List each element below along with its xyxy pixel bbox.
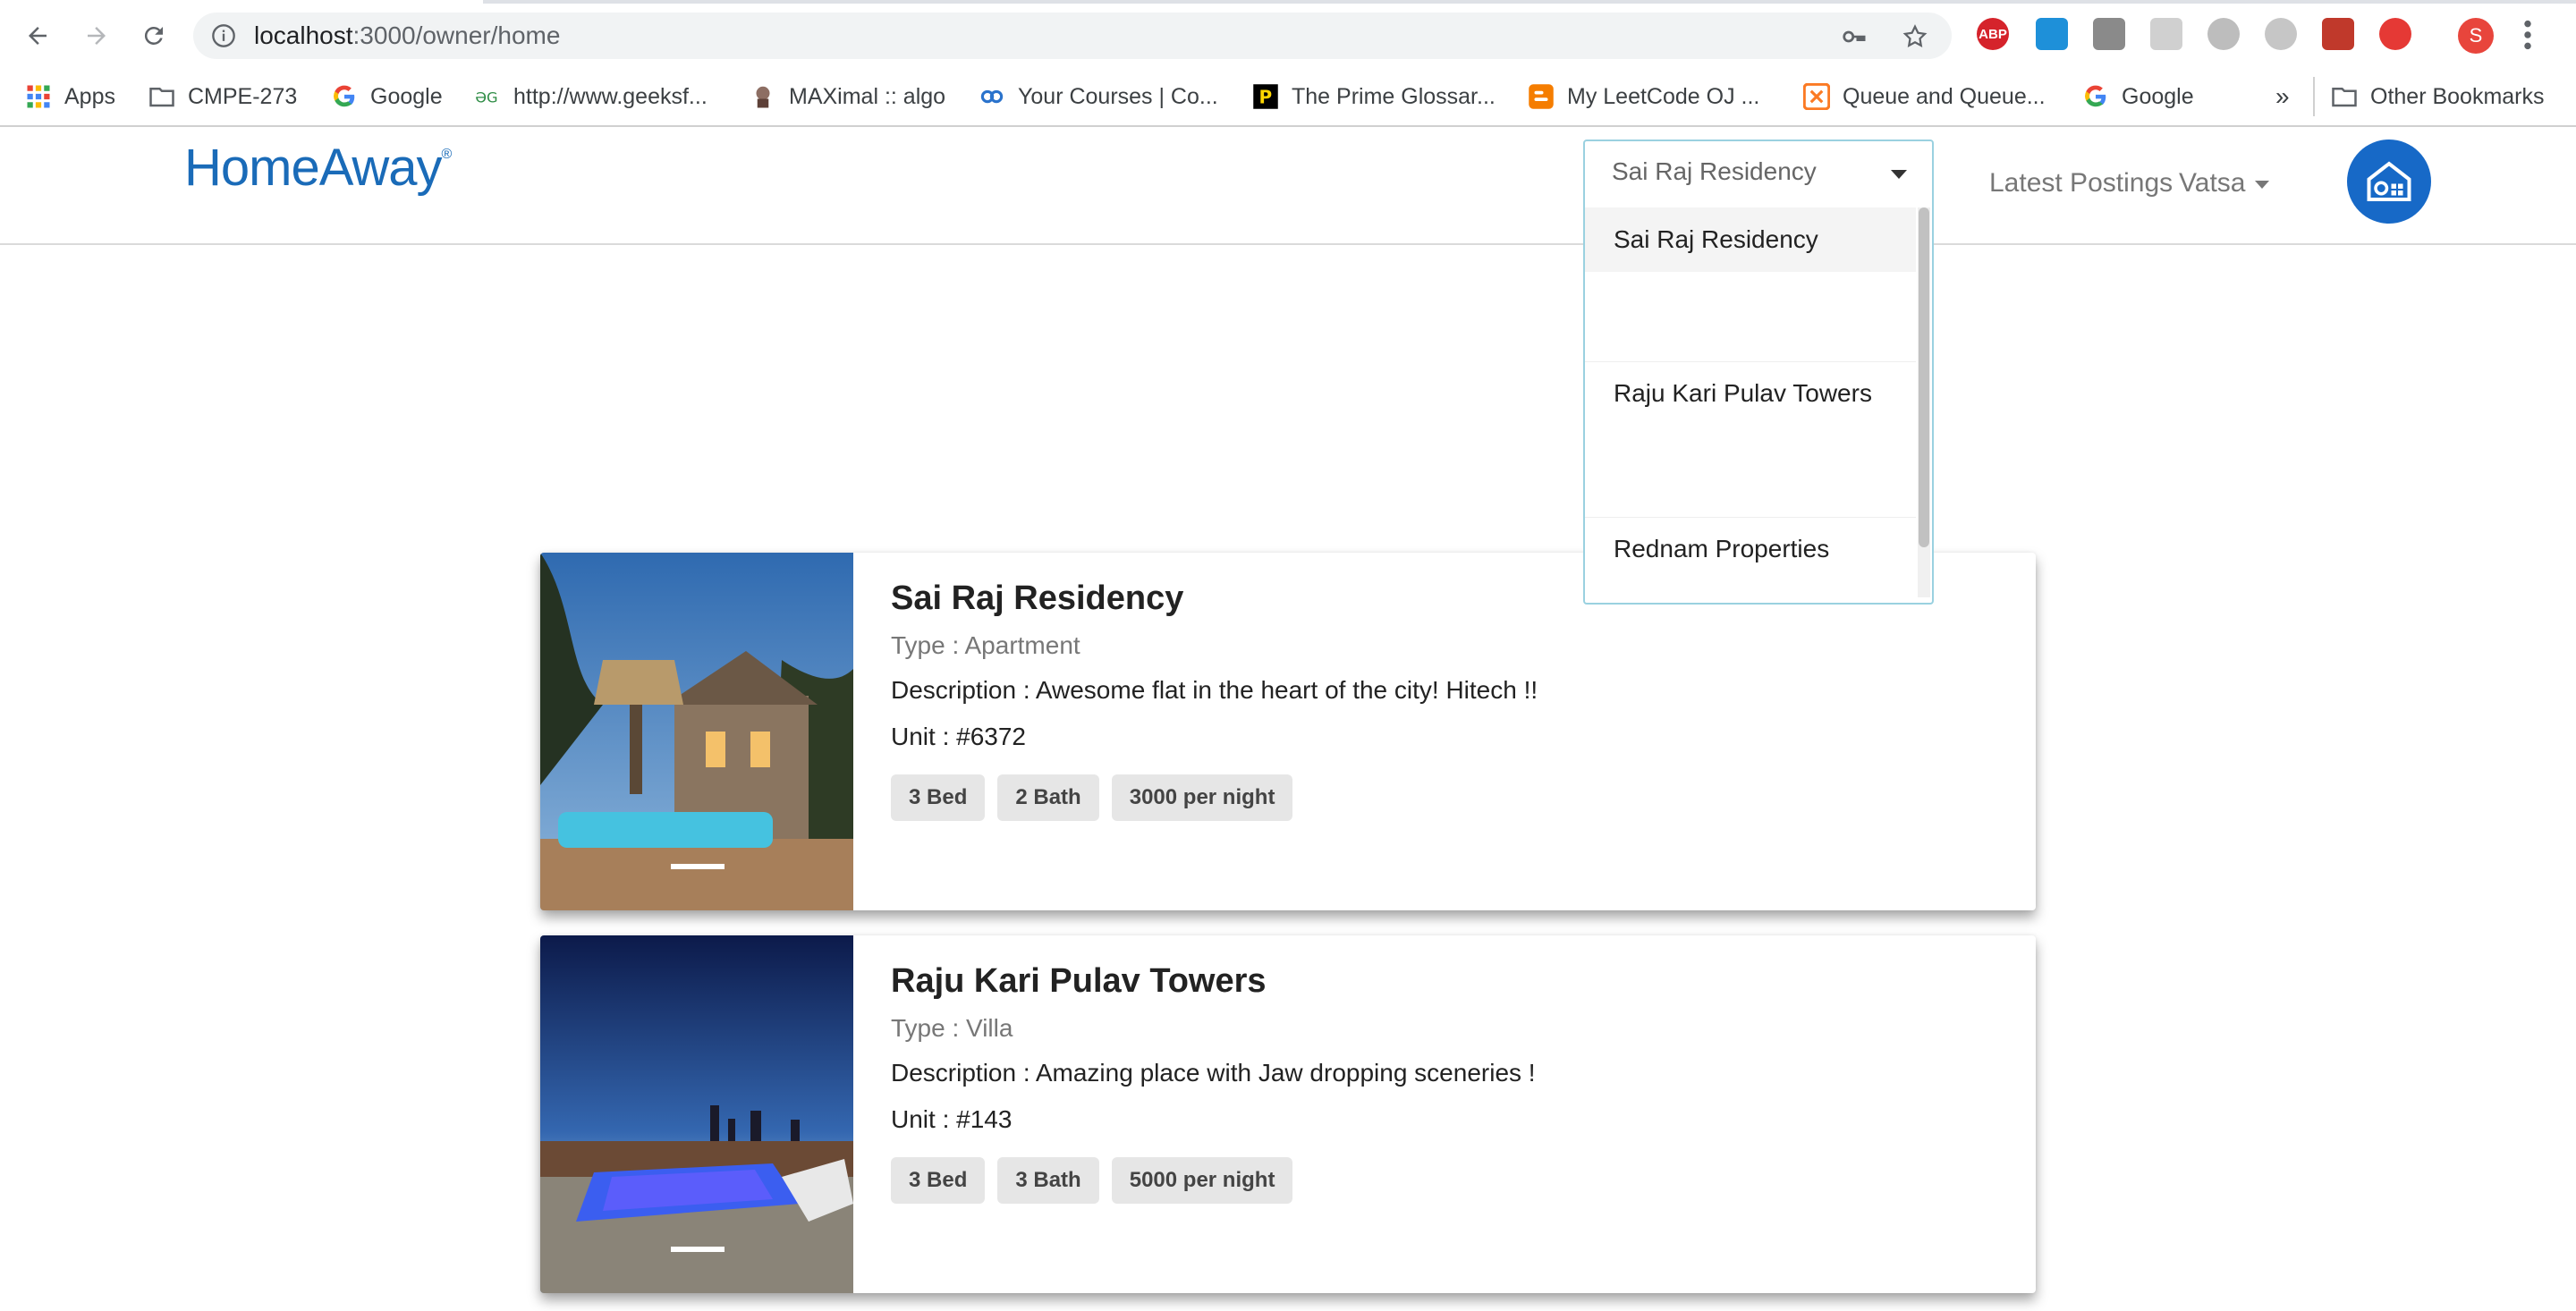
url-text: localhost:3000/owner/home xyxy=(254,22,560,49)
other-bookmarks[interactable]: Other Bookmarks xyxy=(2331,80,2545,113)
extension-circle-icon[interactable] xyxy=(2207,18,2240,50)
home-button[interactable] xyxy=(2347,140,2431,224)
caret-down-icon xyxy=(2254,180,2269,189)
extension-hand-icon[interactable] xyxy=(2379,18,2411,50)
listing-type: Type : Villa xyxy=(891,1014,1013,1042)
svg-text:P: P xyxy=(1259,87,1273,108)
homeaway-logo[interactable]: HomeAway® xyxy=(184,138,452,198)
tab-strip xyxy=(0,0,2576,4)
geeksforgeeks-icon: ƏG xyxy=(475,89,497,106)
carousel-indicator[interactable] xyxy=(671,864,724,869)
bookmark-apps[interactable]: Apps xyxy=(25,80,115,113)
beds-badge: 3 Bed xyxy=(891,774,986,821)
price-badge: 3000 per night xyxy=(1111,774,1293,821)
key-icon[interactable] xyxy=(1841,23,1868,50)
dropdown-scrollbar[interactable] xyxy=(1918,207,1930,597)
bookmark-leetcode[interactable]: My LeetCode OJ ... xyxy=(1528,80,1759,113)
google-icon xyxy=(2085,85,2106,107)
listing-description: Description : Awesome flat in the heart … xyxy=(891,676,1538,704)
address-bar[interactable]: localhost:3000/owner/home xyxy=(193,13,1952,59)
listing-photo[interactable] xyxy=(540,553,853,910)
house-icon xyxy=(2367,161,2411,201)
info-icon xyxy=(212,24,235,47)
listing-title[interactable]: Sai Raj Residency xyxy=(891,579,1183,618)
extension-window-icon[interactable] xyxy=(2036,18,2068,50)
house-pool-image xyxy=(540,553,853,910)
extension-red-icon[interactable] xyxy=(2322,18,2354,50)
reload-icon xyxy=(144,26,163,45)
bookmark-coursera[interactable]: Your Courses | Co... xyxy=(979,80,1218,113)
beds-badge: 3 Bed xyxy=(891,1157,986,1204)
arrow-left-icon xyxy=(29,27,47,45)
coursera-icon xyxy=(980,89,1004,104)
bookmarks-bar: Apps CMPE-273 Google ƏG http://www.geeks… xyxy=(0,70,2576,127)
listing-title[interactable]: Raju Kari Pulav Towers xyxy=(891,962,1267,1001)
listing-description: Description : Amazing place with Jaw dro… xyxy=(891,1059,1536,1087)
property-select-trigger[interactable]: Sai Raj Residency xyxy=(1585,141,1932,204)
bookmark-geeksforgeeks[interactable]: ƏG http://www.geeksf... xyxy=(474,80,708,113)
blogger-icon xyxy=(1529,84,1554,109)
bookmark-maximal[interactable]: MAXimal :: algo xyxy=(750,80,945,113)
listing-badges: 3 Bed 2 Bath 3000 per night xyxy=(891,774,1293,821)
listing-unit: Unit : #143 xyxy=(891,1105,1013,1133)
bookmark-google-2[interactable]: Google xyxy=(2082,80,2194,113)
bookmark-cmpe-273[interactable]: CMPE-273 xyxy=(148,80,297,113)
extension-discord-icon[interactable] xyxy=(2265,18,2297,50)
bookmark-queue[interactable]: Queue and Queue... xyxy=(1803,80,2046,113)
prime-glossary-icon: P xyxy=(1253,84,1278,109)
user-menu-dropdown[interactable]: Vatsa xyxy=(2179,168,2269,199)
latest-postings-link[interactable]: Latest Postings xyxy=(1989,168,2173,199)
listing-badges: 3 Bed 3 Bath 5000 per night xyxy=(891,1157,1293,1204)
bookmark-prime-glossary[interactable]: P The Prime Glossar... xyxy=(1252,80,1496,113)
baths-badge: 3 Bath xyxy=(997,1157,1099,1204)
more-menu-icon[interactable] xyxy=(2522,20,2533,50)
property-select-value: Sai Raj Residency xyxy=(1612,157,1817,185)
adblock-icon[interactable]: ABP xyxy=(1977,18,2009,50)
maximal-icon xyxy=(756,86,770,108)
bookmark-google-1[interactable]: Google xyxy=(331,80,443,113)
google-icon xyxy=(334,85,355,107)
bookmarks-overflow-button[interactable]: » xyxy=(2275,80,2290,113)
reload-button[interactable] xyxy=(134,16,174,55)
listing-unit: Unit : #6372 xyxy=(891,723,1026,750)
listing-type: Type : Apartment xyxy=(891,631,1080,659)
forward-button[interactable] xyxy=(77,16,116,55)
extension-gray-icon[interactable] xyxy=(2093,18,2125,50)
listing-card[interactable]: Raju Kari Pulav Towers Type : Villa Desc… xyxy=(540,935,2036,1293)
url-path: :3000/owner/home xyxy=(352,21,561,49)
apps-grid-icon xyxy=(27,85,50,108)
folder-icon xyxy=(149,88,174,107)
arrow-right-icon xyxy=(88,27,106,45)
caret-down-icon xyxy=(1891,170,1907,179)
property-select[interactable]: Sai Raj Residency Sai Raj Residency Raju… xyxy=(1583,140,1934,605)
option-divider xyxy=(1585,361,1916,362)
scrollbar-thumb[interactable] xyxy=(1919,207,1929,547)
property-option[interactable]: Raju Kari Pulav Towers xyxy=(1585,379,1916,415)
price-badge: 5000 per night xyxy=(1111,1157,1293,1204)
bookmarks-divider xyxy=(2313,77,2315,116)
browser-toolbar: localhost:3000/owner/home ABP S xyxy=(0,0,2576,70)
carousel-indicator[interactable] xyxy=(671,1247,724,1252)
xampp-icon xyxy=(1803,83,1830,110)
listing-card[interactable]: Sai Raj Residency Type : Apartment Descr… xyxy=(540,553,2036,910)
baths-badge: 2 Bath xyxy=(997,774,1099,821)
profile-avatar[interactable]: S xyxy=(2458,18,2494,54)
rooftop-pool-image xyxy=(540,935,853,1293)
property-option[interactable]: Rednam Properties xyxy=(1585,535,1916,571)
star-icon[interactable] xyxy=(1902,23,1928,50)
listing-photo[interactable] xyxy=(540,935,853,1293)
option-divider xyxy=(1585,517,1916,518)
extension-page-icon[interactable] xyxy=(2150,18,2182,50)
url-host: localhost xyxy=(254,21,353,49)
back-button[interactable] xyxy=(18,16,57,55)
folder-icon xyxy=(2332,88,2357,107)
property-option[interactable]: Sai Raj Residency xyxy=(1585,207,1916,272)
svg-text:ƏG: ƏG xyxy=(475,89,497,106)
